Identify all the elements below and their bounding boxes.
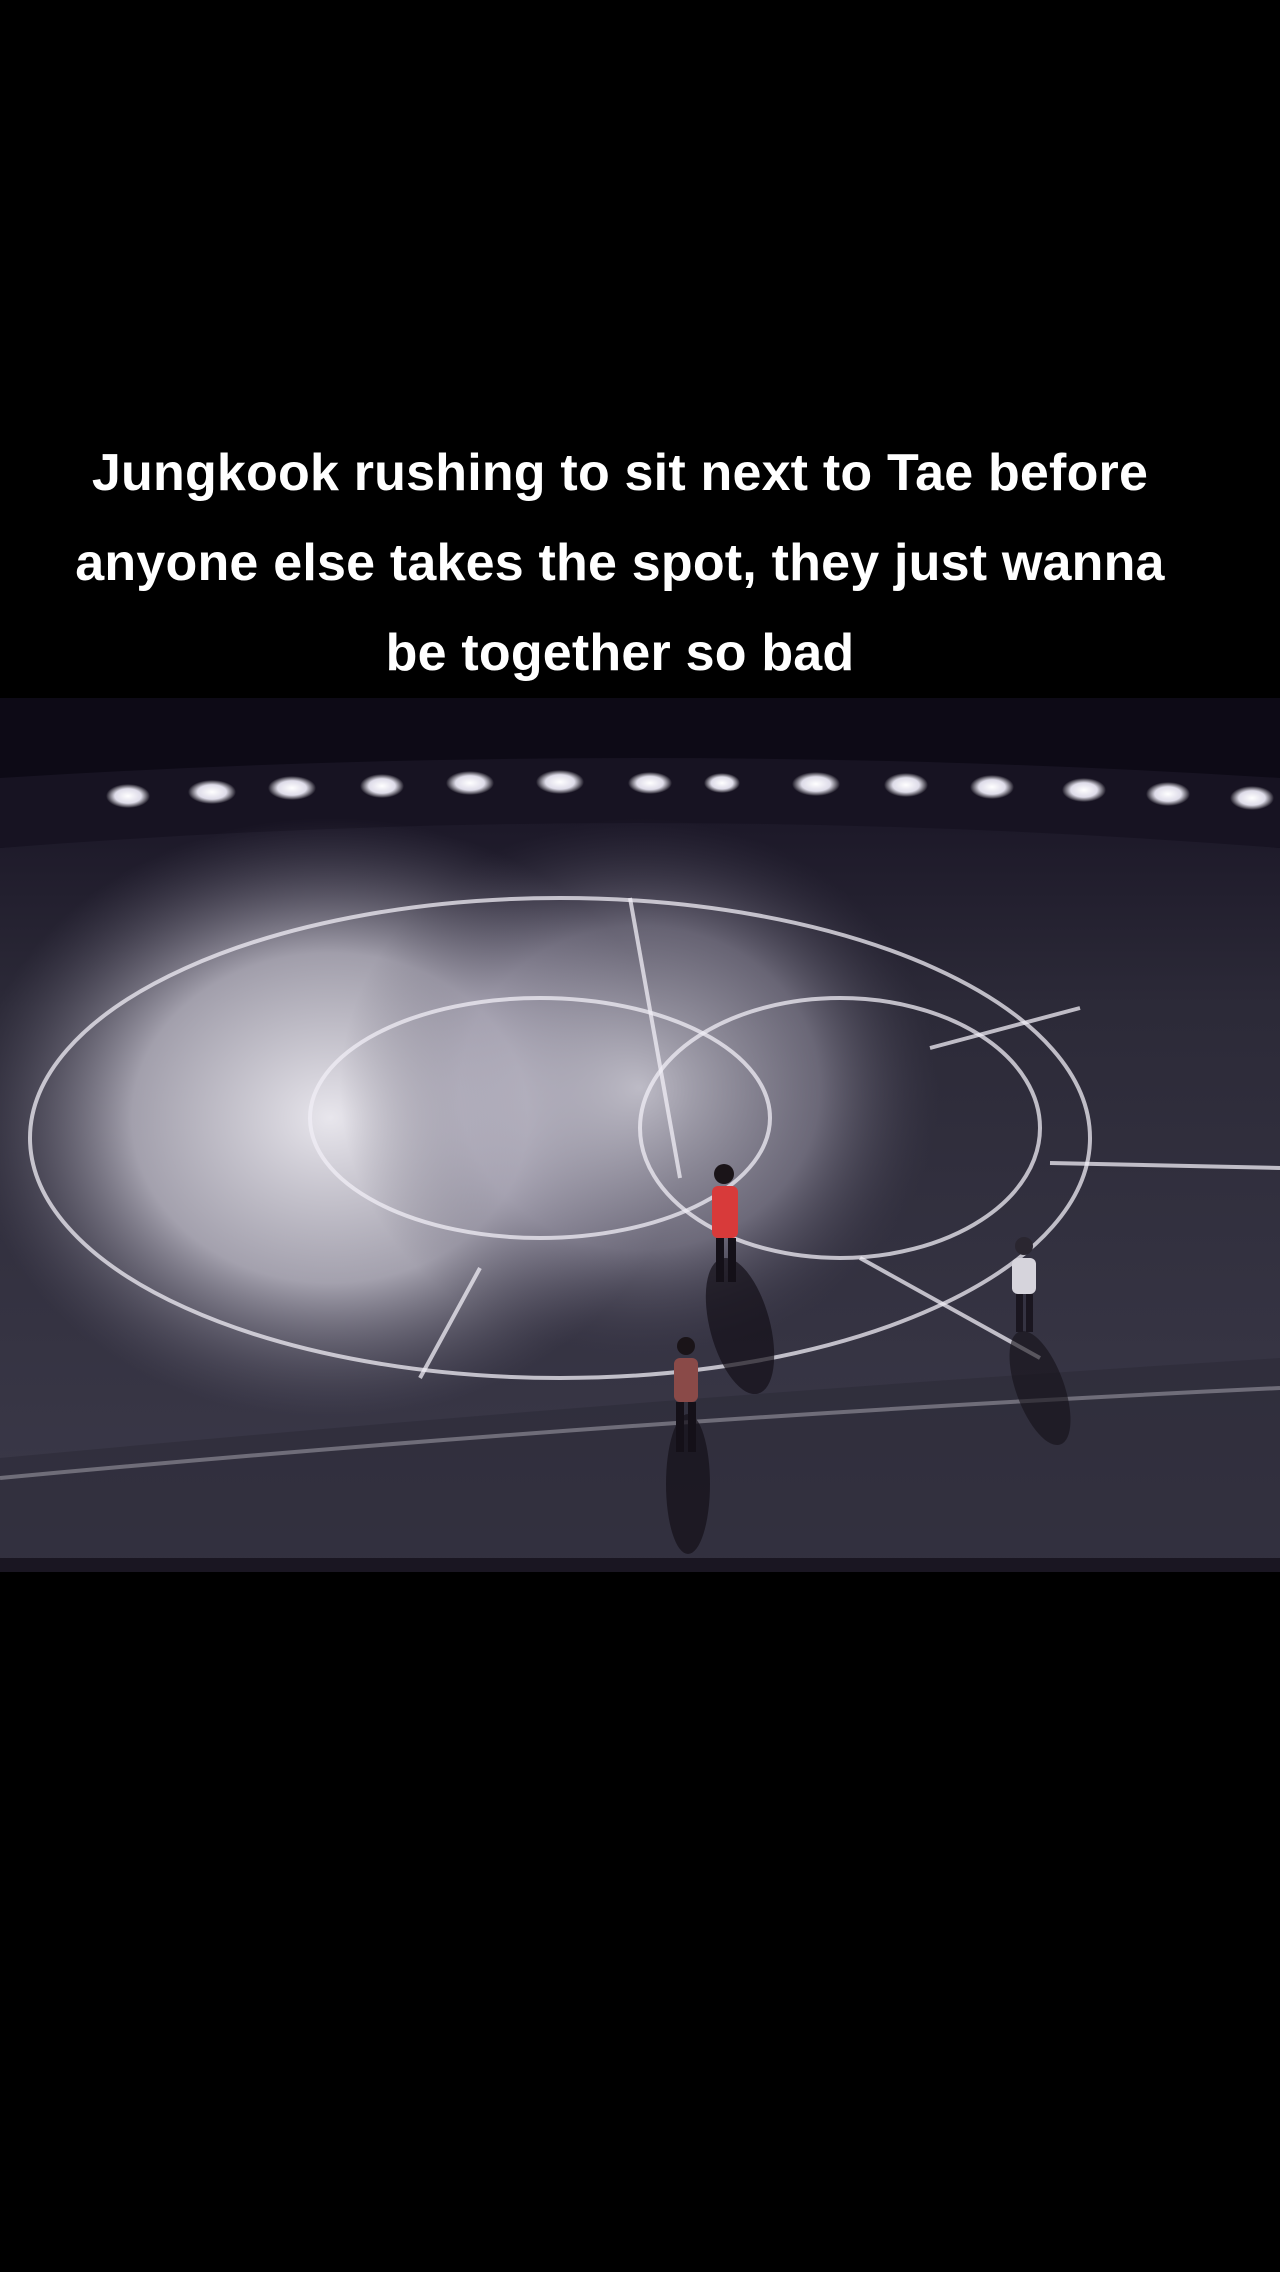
- stadium-scene: [0, 698, 1280, 1572]
- caption-text: Jungkook rushing to sit next to Tae befo…: [75, 444, 1165, 682]
- video-screen[interactable]: Jungkook rushing to sit next to Tae befo…: [0, 0, 1280, 2272]
- video-frame[interactable]: [0, 698, 1280, 1572]
